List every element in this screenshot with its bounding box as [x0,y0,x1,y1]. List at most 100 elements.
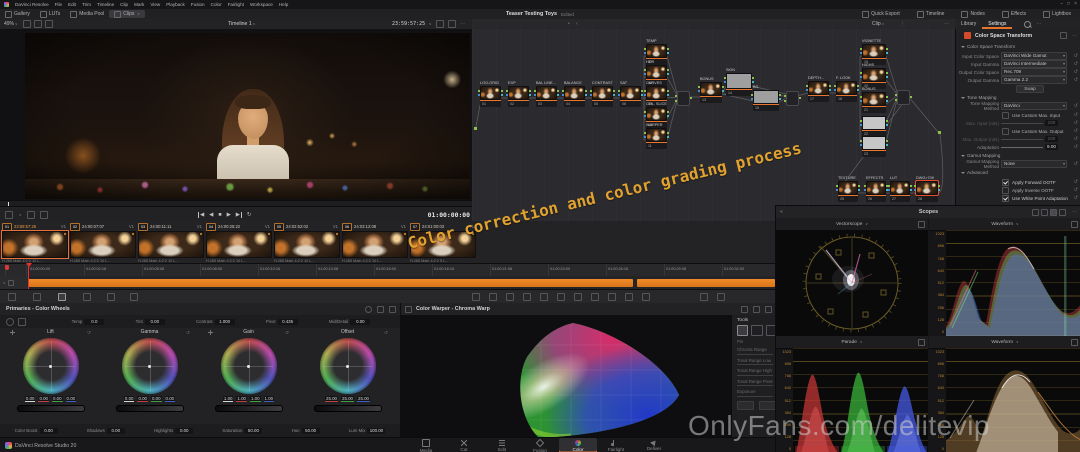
stop-button[interactable]: ■ [218,212,221,218]
gamma-wheel[interactable] [122,338,178,394]
menu-davinci-resolve[interactable]: DaVinci Resolve [15,2,49,7]
menu-mark[interactable]: Mark [134,2,144,7]
scopes-more-icon[interactable]: ⋯ [1072,209,1077,215]
lift-wheel[interactable] [23,338,79,394]
reset-icon[interactable]: ↺ [1074,144,1078,150]
effect-enable-toggle[interactable] [964,32,971,39]
timeline-ruler[interactable]: 01:00:00:00 01:00:02:16 01:00:05:08 01:0… [0,263,775,277]
luts-button[interactable]: LUTs [35,10,65,18]
quick-export-button[interactable]: Quick Export [857,10,905,18]
timeline-clip-segment[interactable] [28,279,633,287]
reset-icon[interactable]: ↺ [1074,120,1078,126]
warp-tool-icon[interactable] [737,325,748,336]
reset-icon[interactable]: ↺ [1074,195,1078,201]
clip-item-04[interactable]: 0424:00:25:22V1 H.265 Main 4:2:2 10 L... [206,222,272,264]
use-custom-max-output-checkbox[interactable] [1002,128,1009,135]
section-gamut-mapping[interactable]: Gamut Mapping [961,153,1000,158]
node-vignette[interactable]: VIGNETTE19 [862,44,886,65]
layout-list-icon[interactable] [1059,209,1066,216]
output-gamma-select[interactable]: Gamma 2.2 [1001,76,1067,84]
wipe-toggle-icon[interactable] [700,293,708,301]
minimize-icon[interactable]: – [1060,1,1063,7]
grab-still-icon[interactable] [5,211,13,219]
media-pool-button[interactable]: Media Pool [65,10,109,18]
close-icon[interactable]: × [1074,1,1077,7]
reset-icon[interactable]: ↺ [384,330,388,336]
maximize-icon[interactable]: □ [1067,1,1070,7]
pin-tool-icon[interactable] [751,325,762,336]
source-input-port[interactable] [474,127,477,130]
auto-color-icon[interactable] [6,318,14,326]
node-sat[interactable]: SAT06 [620,86,641,107]
scope-settings-icon[interactable] [1071,221,1078,228]
contrast-param[interactable]: Contrast1.000 [196,319,235,325]
node-depth[interactable]: DEPTH...17 [808,81,829,102]
node-texture[interactable]: TEXTURE25 [838,181,858,202]
node-f-look[interactable]: F. LOOK18 [836,81,857,102]
node-log-orig[interactable]: LOG-ORIG01 [480,86,501,107]
chroma-range-slider[interactable]: Chroma Range [737,347,777,355]
clip-item-03[interactable]: 0324:00:11:11V1 H.265 Main 4:2:2 10 L... [138,222,204,264]
clips-button[interactable]: Clips∨ [109,10,145,18]
gamut-mapping-method-select[interactable]: None [1001,160,1067,168]
panel-mode-icon[interactable] [377,306,384,313]
menu-trim[interactable]: Trim [82,2,91,7]
palette-stereo-icon[interactable] [642,293,650,301]
tab-library[interactable]: Library [955,19,982,29]
node-effects[interactable]: EFFECTS26 [866,181,886,202]
nodes-button[interactable]: Nodes [956,10,989,18]
menu-help[interactable]: Help [279,2,288,7]
reset-icon[interactable]: ↺ [285,330,289,336]
effects-button[interactable]: Effects [997,10,1031,18]
palette-wheels-icon[interactable] [489,293,497,301]
clip-item-06[interactable]: 0624:03:12:08V1 H.265 Main 4:2:2 10 L... [342,222,408,264]
palette-sizing-icon[interactable] [625,293,633,301]
section-color-space-transform[interactable]: Color Space Transform [961,44,1015,49]
reset-icon[interactable]: ↺ [1074,179,1078,185]
timeline-selector[interactable]: Timeline 1∨ [228,21,255,27]
page-tab-edit[interactable]: Edit [483,438,521,452]
use-custom-max-input-checkbox[interactable] [1002,112,1009,119]
track-header[interactable]: ∨ [0,276,29,289]
reset-icon[interactable]: ↺ [1074,61,1078,67]
shadows-param[interactable]: Shadows0.00 [87,428,125,434]
page-tab-deliver[interactable]: Deliver [635,438,673,452]
timeline-view-button[interactable]: Timeline [912,10,950,18]
loop-button[interactable]: ↻ [247,212,252,218]
menu-edit[interactable]: Edit [68,2,76,7]
tone-mapping-method-select[interactable]: DaVinci [1001,102,1067,110]
offset-master-wheel[interactable] [314,405,382,412]
effect-more-icon[interactable]: ⋯ [1072,33,1077,39]
reset-icon[interactable]: ↺ [1074,187,1078,193]
node-highs[interactable]: HIGHS20 [862,68,886,89]
reset-icon[interactable]: ↺ [1074,128,1078,134]
lift-master-wheel[interactable] [17,405,85,412]
page-tab-fairlight[interactable]: Fairlight [597,438,635,452]
color-boost-param[interactable]: Color Boost0.00 [15,428,58,434]
menu-playback[interactable]: Playback [166,2,185,7]
node-22[interactable]: 22 [862,116,886,137]
offset-wheel[interactable] [320,338,376,394]
gallery-button[interactable]: Gallery [0,10,35,18]
hue-param[interactable]: Hue50.00 [292,428,320,434]
highlight-toggle-icon[interactable] [717,293,725,301]
gain-master-wheel[interactable] [215,405,283,412]
scope-settings-icon[interactable] [1071,339,1078,346]
use-white-point-adaptation-checkbox[interactable] [1002,195,1009,202]
palette-blur-icon[interactable] [591,293,599,301]
node-menu-icon[interactable]: ⋮ [900,21,905,27]
node-graph[interactable]: LOG-ORIG01 EXP02 BAL LINE...03 BALANCE04… [472,29,955,221]
mid-detail-param[interactable]: Mid/Detail0.00 [329,319,371,325]
section-tone-mapping[interactable]: Tone Mapping [961,95,996,100]
grid-tool-icon[interactable] [130,293,138,301]
node-balance[interactable]: BALANCE04 [564,86,585,107]
palette-magic-mask-icon[interactable] [574,293,582,301]
gamma-master-wheel[interactable] [116,405,184,412]
reset-icon[interactable]: ↺ [1074,112,1078,118]
tab-settings[interactable]: Settings [982,19,1012,29]
scope-settings-icon[interactable] [918,221,925,228]
node-bonus-13[interactable]: BONUS13 [700,82,722,103]
swap-button[interactable]: Swap [1016,85,1044,93]
menu-color[interactable]: Color [211,2,222,7]
chevron-down-icon[interactable]: ∨ [19,213,22,217]
